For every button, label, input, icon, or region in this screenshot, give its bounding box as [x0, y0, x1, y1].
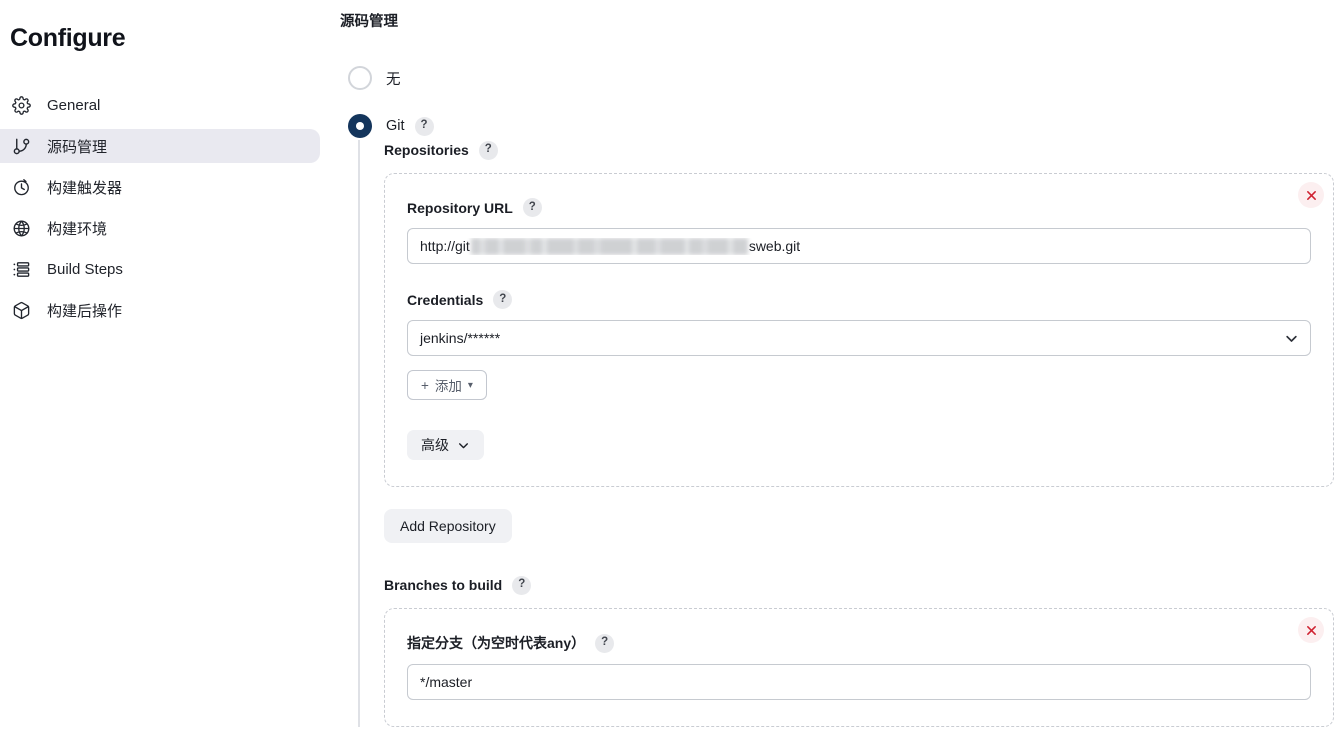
caret-down-icon: ▾	[467, 379, 473, 391]
delete-repository-button[interactable]	[1298, 182, 1324, 208]
repository-url-label: Repository URL	[407, 199, 513, 216]
branch-specifier-label-row: 指定分支（为空时代表any） ?	[407, 633, 1311, 653]
section-heading: 源码管理	[340, 14, 398, 30]
add-credentials-plus: +	[421, 377, 429, 393]
credentials-select-wrap: jenkins/******	[407, 320, 1311, 356]
help-icon-branch-specifier[interactable]: ?	[595, 633, 615, 653]
sidebar-item-build-steps[interactable]: Build Steps	[0, 252, 320, 286]
page-title: Configure	[10, 24, 126, 52]
help-icon-git[interactable]: ?	[414, 116, 434, 136]
radio-none[interactable]	[348, 66, 372, 90]
branches-label: Branches to build	[384, 577, 503, 593]
sidebar-nav: General 源码管理 构建触发器 构建环境 Build Steps 构建后操…	[0, 88, 320, 334]
delete-branch-button[interactable]	[1298, 617, 1324, 643]
chevron-down-icon	[457, 439, 470, 452]
repository-url-value: http://git sweb.git	[420, 237, 801, 255]
git-branch-icon	[10, 135, 32, 157]
configure-page: Configure General 源码管理 构建触发器 构建环境 Build …	[0, 0, 1334, 731]
sidebar-item-scm[interactable]: 源码管理	[0, 129, 320, 163]
sidebar-item-post-build-actions[interactable]: 构建后操作	[0, 293, 320, 327]
add-repository-button[interactable]: Add Repository	[384, 509, 512, 543]
scm-option-git[interactable]: Git ?	[348, 114, 434, 138]
radio-none-label: 无	[386, 71, 401, 88]
repositories-label-row: Repositories ?	[384, 140, 1334, 160]
add-credentials-label: 添加	[434, 379, 462, 394]
gear-icon	[10, 94, 32, 116]
credentials-label: Credentials	[407, 291, 484, 308]
list-icon	[10, 258, 32, 280]
scm-option-none[interactable]: 无	[348, 66, 401, 90]
sidebar-item-label: 构建后操作	[47, 302, 123, 320]
globe-icon	[10, 217, 32, 239]
sidebar-item-label: 源码管理	[47, 138, 108, 156]
repository-url-label-row: Repository URL ?	[407, 198, 1311, 217]
repository-panel: Repository URL ? http://git sweb.git Cre…	[384, 173, 1334, 487]
sidebar-item-label: Build Steps	[47, 260, 123, 278]
repository-url-prefix: http://git	[420, 238, 470, 254]
sidebar-item-general[interactable]: General	[0, 88, 320, 122]
branch-panel: 指定分支（为空时代表any） ? */master	[384, 608, 1334, 727]
sidebar-item-label: 构建触发器	[47, 179, 123, 197]
repositories-label: Repositories	[384, 142, 469, 158]
sidebar-item-label: General	[47, 96, 101, 114]
repository-url-suffix: sweb.git	[748, 238, 801, 254]
credentials-label-row: Credentials ?	[407, 290, 1311, 309]
repository-url-input[interactable]: http://git sweb.git	[407, 228, 1311, 264]
advanced-button[interactable]: 高级	[407, 430, 484, 460]
help-icon-repository-url[interactable]: ?	[522, 198, 542, 217]
help-icon-credentials[interactable]: ?	[493, 290, 513, 309]
advanced-button-label: 高级	[421, 437, 449, 453]
main-content: 源码管理 无 Git ? Repositories ? Repository U…	[340, 0, 1334, 731]
sidebar-item-build-environment[interactable]: 构建环境	[0, 211, 320, 245]
sidebar-item-label: 构建环境	[47, 220, 108, 238]
help-icon-repositories[interactable]: ?	[478, 140, 498, 160]
radio-git[interactable]	[348, 114, 372, 138]
credentials-select-value: jenkins/******	[420, 330, 501, 346]
add-repository-label: Add Repository	[400, 518, 496, 534]
credentials-select[interactable]: jenkins/******	[407, 320, 1311, 356]
clock-icon	[10, 176, 32, 198]
help-icon-branches[interactable]: ?	[512, 575, 532, 595]
repository-url-redaction	[470, 237, 748, 255]
sidebar-item-build-triggers[interactable]: 构建触发器	[0, 170, 320, 204]
git-settings-block: Repositories ? Repository URL ? http://g…	[358, 140, 1334, 727]
radio-git-label: Git	[386, 118, 405, 134]
branch-specifier-label: 指定分支（为空时代表any）	[407, 635, 586, 651]
sidebar: Configure General 源码管理 构建触发器 构建环境 Build …	[0, 0, 320, 731]
branch-specifier-input[interactable]: */master	[407, 664, 1311, 700]
package-icon	[10, 299, 32, 321]
add-credentials-button[interactable]: + 添加 ▾	[407, 370, 487, 400]
branch-specifier-value: */master	[420, 674, 473, 690]
branches-label-row: Branches to build ?	[384, 575, 1334, 595]
